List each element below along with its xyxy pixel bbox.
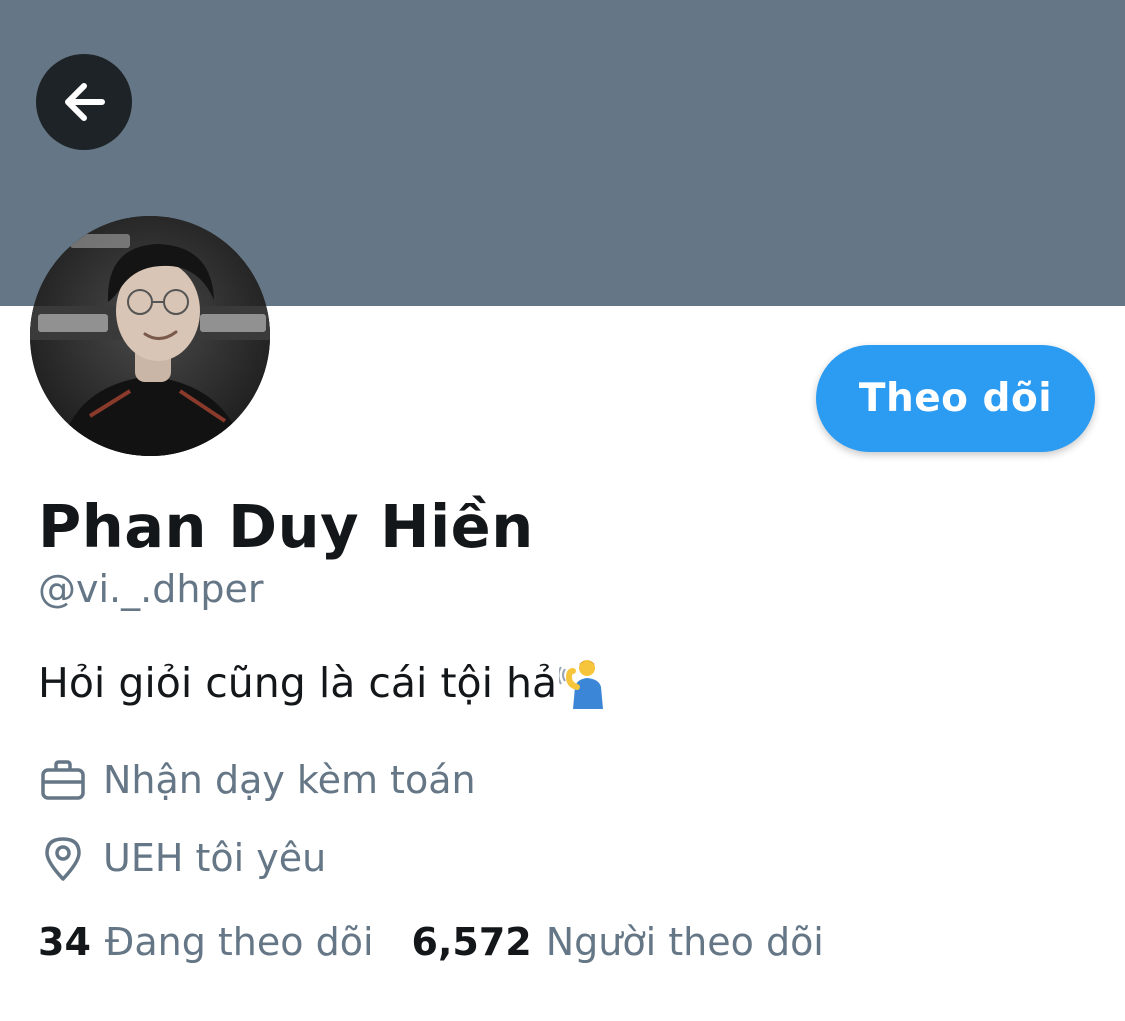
briefcase-icon (38, 755, 88, 805)
profile-page: Theo dõi Phan Duy Hiền @vi._.dhper Hỏi g… (0, 0, 1125, 1021)
followers-link[interactable]: 6,572 Người theo dõi (412, 920, 824, 964)
follow-stats: 34 Đang theo dõi 6,572 Người theo dõi (38, 920, 824, 964)
arrow-left-icon (65, 83, 105, 121)
profile-work: Nhận dạy kèm toán (38, 755, 476, 805)
bio-text: Hỏi giỏi cũng là cái tội hả (38, 659, 558, 707)
location-text: UEH tôi yêu (103, 836, 327, 880)
profile-avatar[interactable] (30, 216, 270, 456)
profile-photo (30, 216, 270, 456)
following-label: Đang theo dõi (104, 920, 374, 964)
profile-bio: Hỏi giỏi cũng là cái tội hả (38, 657, 607, 709)
display-name: Phan Duy Hiền (38, 492, 534, 561)
followers-count: 6,572 (411, 920, 532, 964)
profile-location: UEH tôi yêu (38, 833, 326, 883)
following-count: 34 (38, 920, 91, 964)
back-button[interactable] (36, 54, 132, 150)
follow-button-label: Theo dõi (858, 376, 1053, 421)
follow-button[interactable]: Theo dõi (816, 345, 1095, 452)
user-handle: @vi._.dhper (38, 567, 264, 611)
following-link[interactable]: 34 Đang theo dõi (38, 920, 374, 964)
location-pin-icon (38, 833, 88, 883)
followers-label: Người theo dõi (545, 920, 824, 964)
person-tipping-hand-emoji-icon (557, 657, 607, 709)
work-text: Nhận dạy kèm toán (103, 758, 476, 802)
